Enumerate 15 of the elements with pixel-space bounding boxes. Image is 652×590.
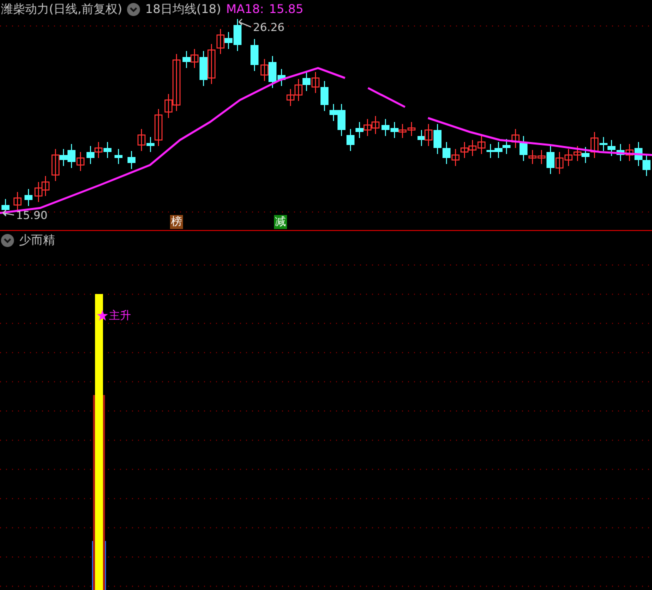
signal-marker: 榜 [170, 215, 183, 229]
star-icon [97, 310, 108, 321]
ma-value: 15.85 [268, 2, 304, 16]
indicator-title: 少而精 [19, 232, 55, 248]
signal-label: 主升 [109, 308, 131, 323]
low-price-label: 15.90 [16, 209, 48, 222]
low-arrow-icon [2, 210, 14, 216]
signal-marker: 减 [274, 215, 287, 229]
ma-label: MA18: [226, 2, 264, 16]
high-arrow-icon [238, 18, 252, 28]
indicator-name: 18日均线(18) [145, 0, 222, 18]
dropdown-icon[interactable] [1, 234, 14, 246]
high-price-label: 26.26 [253, 21, 284, 34]
stock-title: 潍柴动力(日线,前复权) [1, 0, 122, 18]
dropdown-icon[interactable] [127, 2, 140, 16]
